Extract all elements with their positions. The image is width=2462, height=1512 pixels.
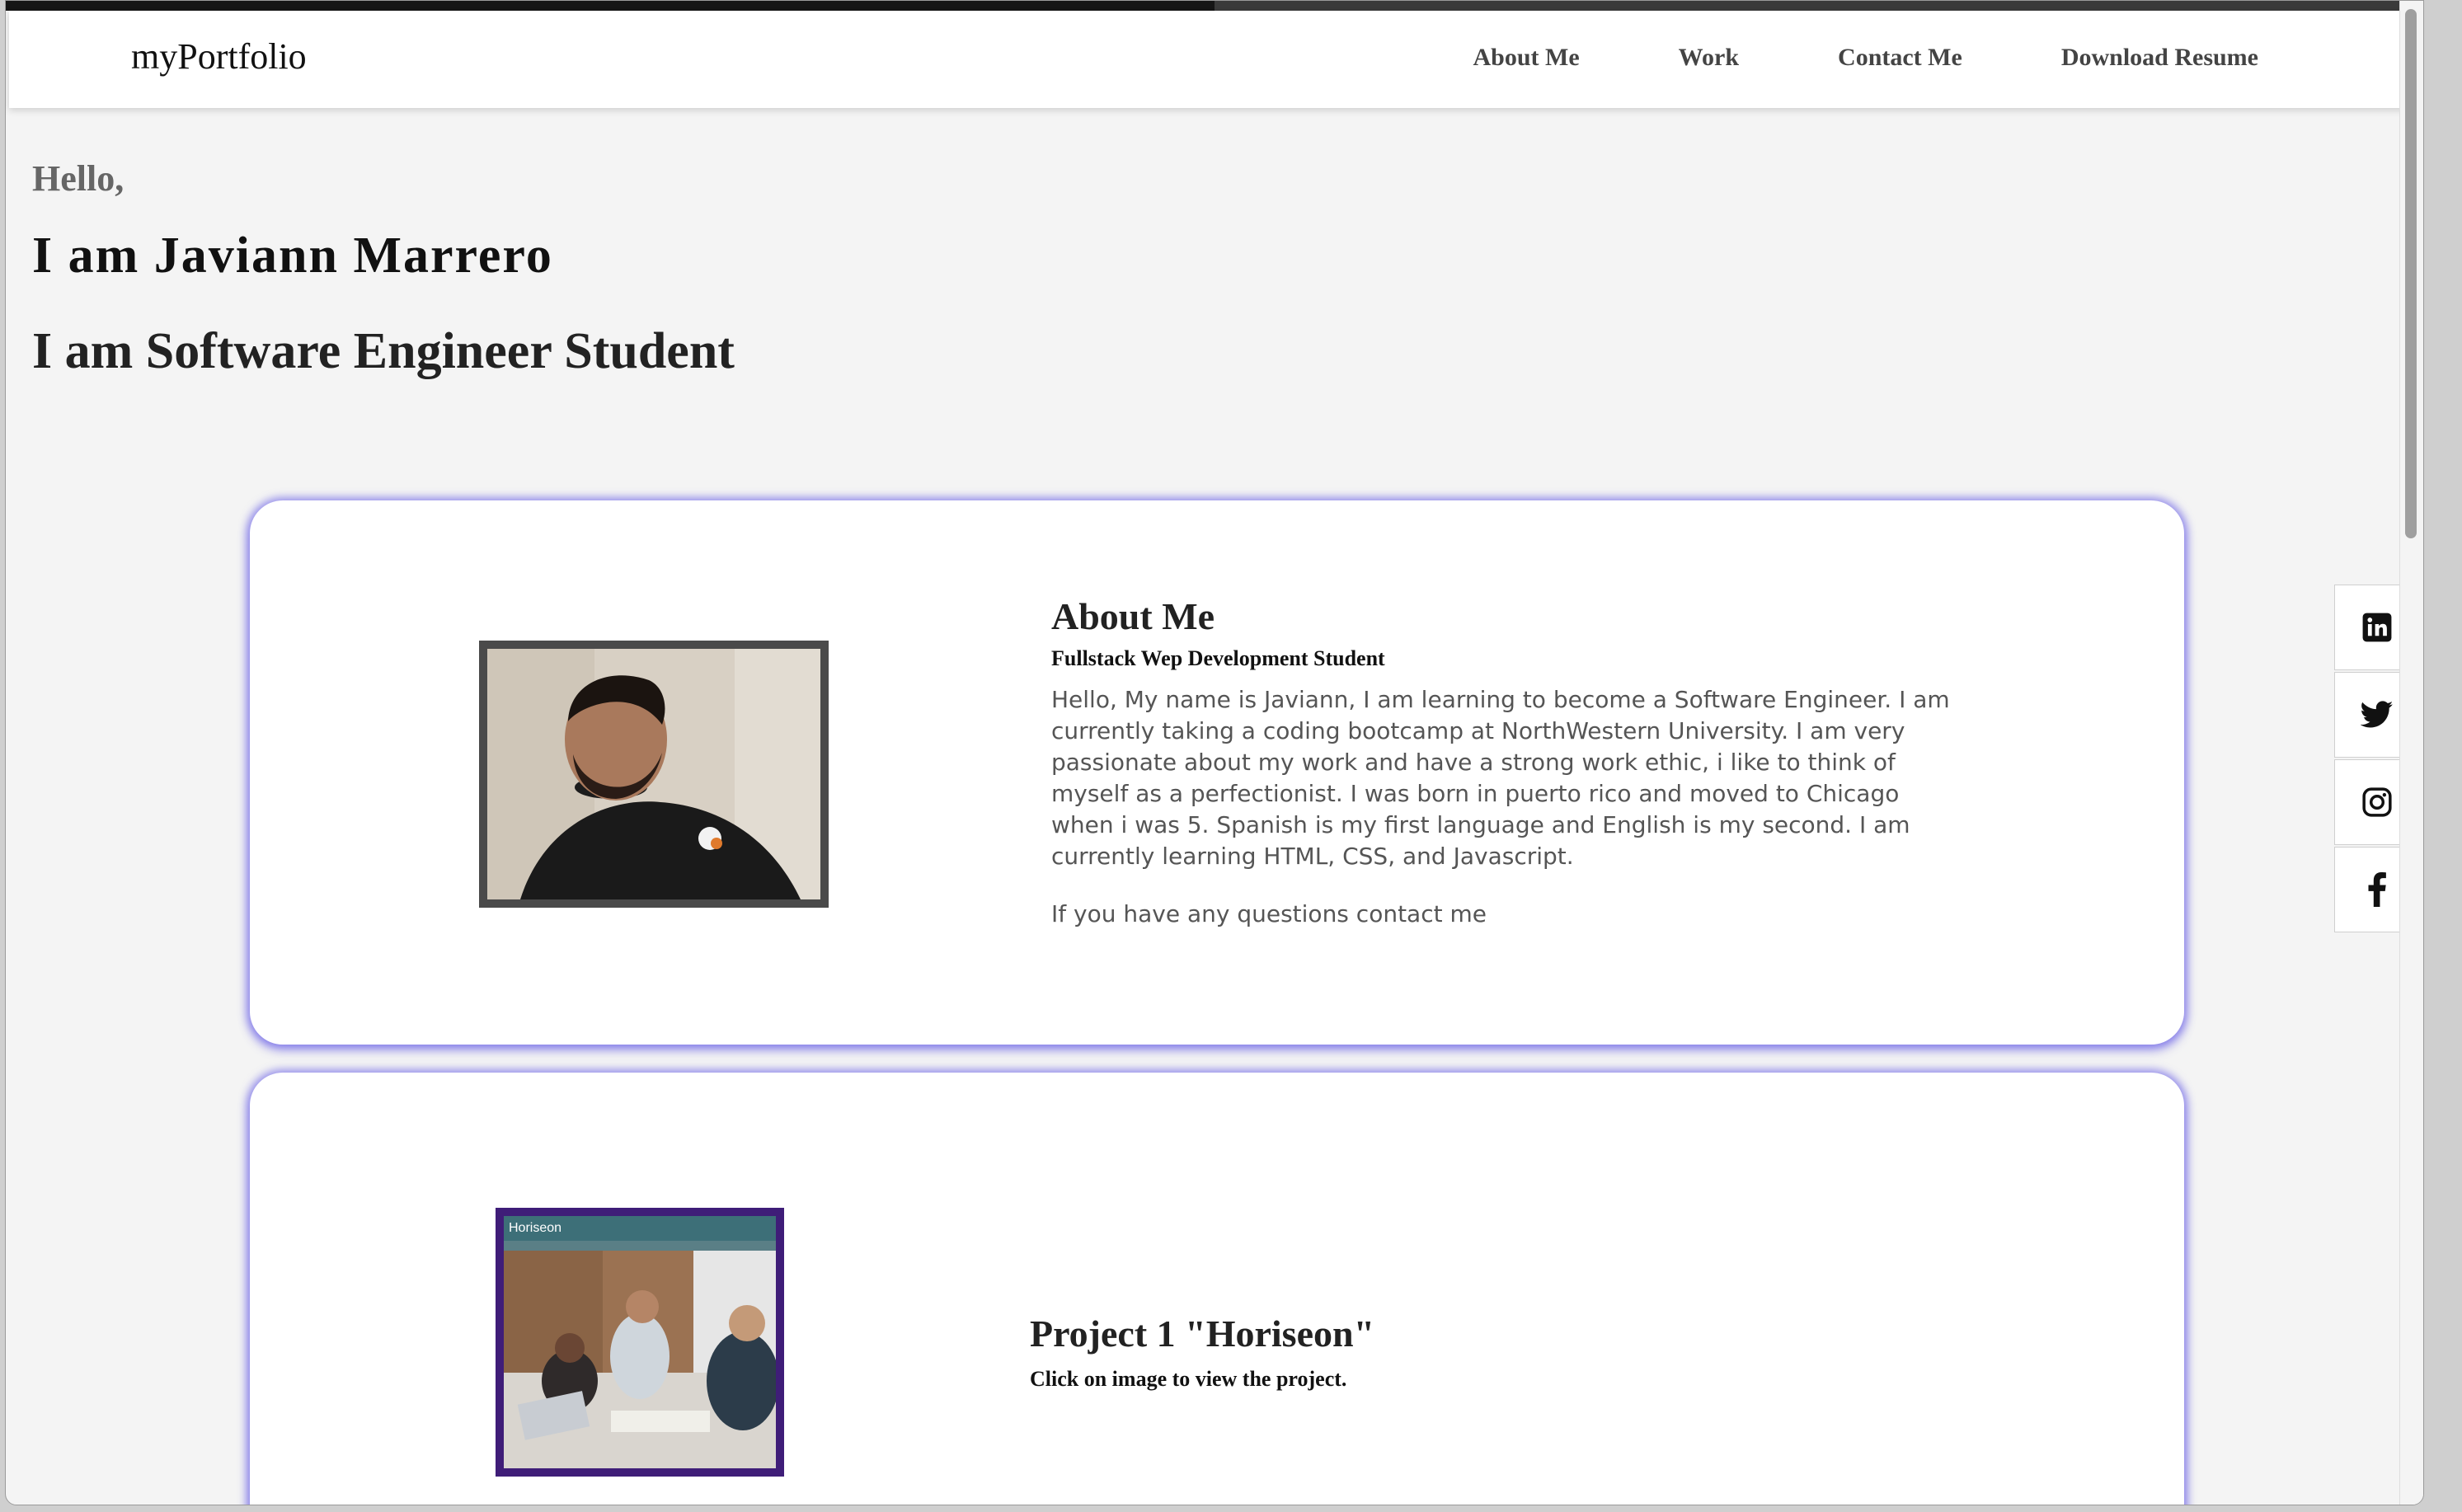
project-thumbnail-banner: Horiseon	[504, 1216, 776, 1241]
instagram-icon	[2362, 787, 2392, 817]
facebook-icon	[2368, 872, 2386, 907]
nav-link-contact-me[interactable]: Contact Me	[1838, 44, 1962, 72]
project-thumbnail-illustration	[504, 1216, 776, 1468]
about-title: About Me	[1051, 595, 1215, 637]
project-text-block: Project 1 "Horiseon" Click on image to v…	[1030, 1312, 1374, 1392]
scroll-progress-bar	[6, 1, 2423, 11]
hero-name: I am Javiann Marrero	[32, 228, 553, 284]
project-title: Project 1 "Horiseon"	[1030, 1312, 1375, 1355]
nav-link-download-resume[interactable]: Download Resume	[2061, 44, 2258, 72]
about-body: Hello, My name is Javiann, I am learning…	[1051, 686, 1950, 870]
twitter-icon	[2361, 701, 2394, 728]
project-subtitle: Click on image to view the project.	[1030, 1367, 1347, 1391]
scrollbar-thumb[interactable]	[2405, 9, 2417, 538]
nav-links: About Me Work Contact Me Download Resume	[1473, 44, 2258, 72]
hero-role: I am Software Engineer Student	[32, 323, 735, 379]
nav-link-work[interactable]: Work	[1679, 44, 1739, 72]
top-navbar: myPortfolio About Me Work Contact Me Dow…	[9, 11, 2423, 108]
about-text-block: About Me Fullstack Wep Development Stude…	[1051, 594, 1966, 927]
scroll-progress-fill	[6, 1, 1215, 11]
linkedin-icon	[2362, 613, 2392, 642]
vertical-scrollbar[interactable]	[2399, 1, 2423, 1505]
brand-logo[interactable]: myPortfolio	[131, 35, 307, 77]
hero-section: Hello, I am Javiann Marrero I am Softwar…	[32, 157, 735, 379]
project-card: Horiseon Project 1 "Horiseon" Click on i…	[250, 1073, 2184, 1505]
browser-window: myPortfolio About Me Work Contact Me Dow…	[5, 0, 2424, 1505]
about-subtitle: Fullstack Wep Development Student	[1051, 646, 1385, 670]
profile-photo-illustration	[487, 649, 820, 899]
about-me-card: About Me Fullstack Wep Development Stude…	[250, 500, 2184, 1045]
nav-link-about-me[interactable]: About Me	[1473, 44, 1580, 72]
about-contact-note: If you have any questions contact me	[1051, 900, 1487, 927]
project-thumbnail[interactable]: Horiseon	[496, 1208, 784, 1477]
profile-photo	[479, 641, 829, 908]
hero-greeting: Hello,	[32, 158, 125, 199]
